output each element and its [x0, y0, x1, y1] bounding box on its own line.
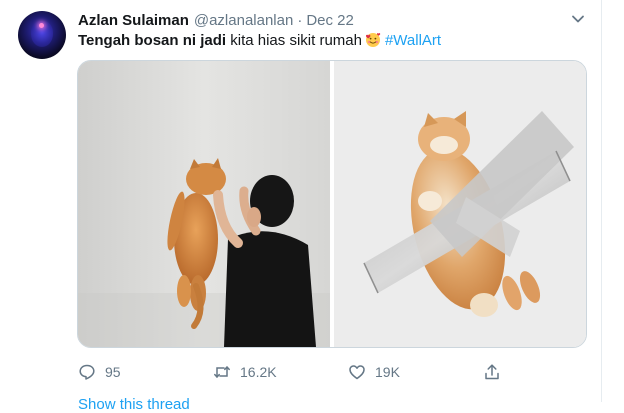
- heart-icon: [349, 365, 365, 380]
- tweet-header: Azlan Sulaiman @azlanalanlan · Dec 22: [78, 10, 354, 30]
- avatar-highlight: [39, 23, 44, 28]
- reply-icon: [79, 364, 95, 380]
- smiling-face-with-hearts-icon: [365, 33, 381, 47]
- retweet-icon: [214, 366, 230, 378]
- author-handle[interactable]: @azlanalanlan: [194, 12, 293, 29]
- author-name[interactable]: Azlan Sulaiman: [78, 12, 189, 29]
- share-icon: [485, 364, 499, 380]
- photo-man-holding-cat[interactable]: [78, 61, 330, 347]
- show-thread-link[interactable]: Show this thread: [78, 396, 190, 413]
- photo-man-holding-cat-illustration: [78, 61, 330, 347]
- retweet-button[interactable]: 16.2K: [213, 360, 277, 384]
- share-button[interactable]: [483, 360, 501, 384]
- retweet-count: 16.2K: [240, 364, 277, 380]
- separator-dot: ·: [297, 11, 303, 29]
- like-button[interactable]: 19K: [348, 360, 400, 384]
- tweet-card[interactable]: Azlan Sulaiman @azlanalanlan · Dec 22 Te…: [0, 0, 624, 413]
- timeline-border: [601, 0, 602, 402]
- like-count: 19K: [375, 364, 400, 380]
- tweet-text-rest: kita hias sikit rumah: [230, 32, 362, 49]
- media-grid: [77, 60, 587, 348]
- tweet-text-bold: Tengah bosan ni jadi: [78, 32, 227, 49]
- tweet-text: Tengah bosan ni jadi kita hias sikit rum…: [78, 31, 441, 51]
- photo-cat-duct-taped-illustration: [334, 61, 586, 347]
- hashtag-link[interactable]: #WallArt: [385, 32, 441, 49]
- reply-button[interactable]: 95: [78, 360, 121, 384]
- tweet-actions: 95 16.2K 19K: [78, 360, 508, 384]
- photo-cat-duct-taped[interactable]: [334, 61, 586, 347]
- avatar[interactable]: [18, 11, 66, 59]
- reply-count: 95: [105, 364, 121, 380]
- tweet-date[interactable]: Dec 22: [306, 12, 354, 29]
- chevron-down-icon[interactable]: [570, 11, 586, 27]
